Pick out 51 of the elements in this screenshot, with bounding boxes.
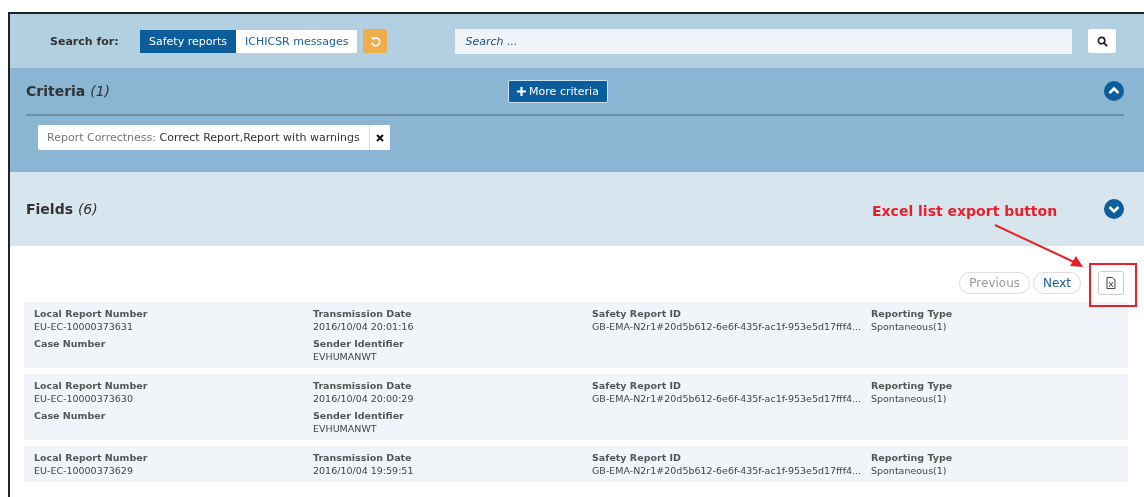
report-card[interactable] [24,302,1128,368]
field-value: EU-EC-10000373630 [34,392,134,405]
search-icon [1096,35,1108,47]
search-tab[interactable]: ICHICSR messages [236,29,358,53]
field-label: Case Number [34,409,107,422]
field-label: Transmission Date [313,307,413,320]
field-value: EU-EC-10000373631 [34,320,134,333]
fields-title: Fields (6) [26,201,98,217]
field-label: Safety Report ID [592,307,682,320]
next-button[interactable]: Next [1033,272,1081,294]
search-tab[interactable]: Safety reports [140,29,236,53]
field-value: GB-EMA-N2r1#20d5b612-6e6f-435f-ac1f-953e5d17fff4... [592,464,863,477]
field-label: Reporting Type [871,307,954,320]
field-label: Local Report Number [34,451,149,464]
field-value: EVHUMANWT [313,350,378,363]
field-value: Spontaneous(1) [871,320,948,333]
annotation-text: Excel list export button [872,203,1058,219]
field-value: EU-EC-10000373629 [34,464,134,477]
field-value: Spontaneous(1) [871,464,948,477]
field-label: Transmission Date [313,451,413,464]
field-label: Reporting Type [871,379,954,392]
field-value: Spontaneous(1) [871,392,948,405]
report-card[interactable]: Local Report Number EU-EC-10000373629 Transmission Date 2016/10/04 19:59:51 Safety Report ID GB-EMA-N2r1#20d5b612-6e6f-435f-ac1f-953e5d17fff4... Reporting Type Spontaneous(1) [24,446,1128,482]
export-button[interactable] [1098,271,1124,295]
field-label: Sender Identifier [313,409,405,422]
field-value: 2016/10/04 20:01:16 [313,320,415,333]
field-label: Safety Report ID [592,451,682,464]
expand-icon[interactable] [1104,199,1124,219]
field-label: Reporting Type [871,451,954,464]
collapse-icon[interactable] [1104,81,1124,101]
criteria-title: Criteria (1) [26,83,112,99]
field-value: GB-EMA-N2r1#20d5b612-6e6f-435f-ac1f-953e5d17fff4... [592,320,863,333]
highlight-frame [1089,263,1137,307]
field-value: 2016/10/04 19:59:51 [313,464,415,477]
field-label: Local Report Number [34,307,149,320]
search-field[interactable]: Search ... [455,28,1072,54]
search-button[interactable] [1088,29,1116,53]
more-criteria-button[interactable]: More criteria [508,79,608,103]
field-label: Safety Report ID [592,379,682,392]
close-icon [375,133,384,142]
field-value: 2016/10/04 20:00:29 [313,392,415,405]
field-label: Sender Identifier [313,337,405,350]
field-label: Transmission Date [313,379,413,392]
spreadsheet-file-icon [1106,277,1116,289]
field-value: GB-EMA-N2r1#20d5b612-6e6f-435f-ac1f-953e5d17fff4... [592,392,863,405]
field-label: Case Number [34,337,107,350]
field-label: Local Report Number [34,379,149,392]
plus-icon [517,86,527,96]
search-label: Search for: [50,34,120,48]
field-value: EVHUMANWT [313,422,378,435]
reset-icon [369,35,381,47]
